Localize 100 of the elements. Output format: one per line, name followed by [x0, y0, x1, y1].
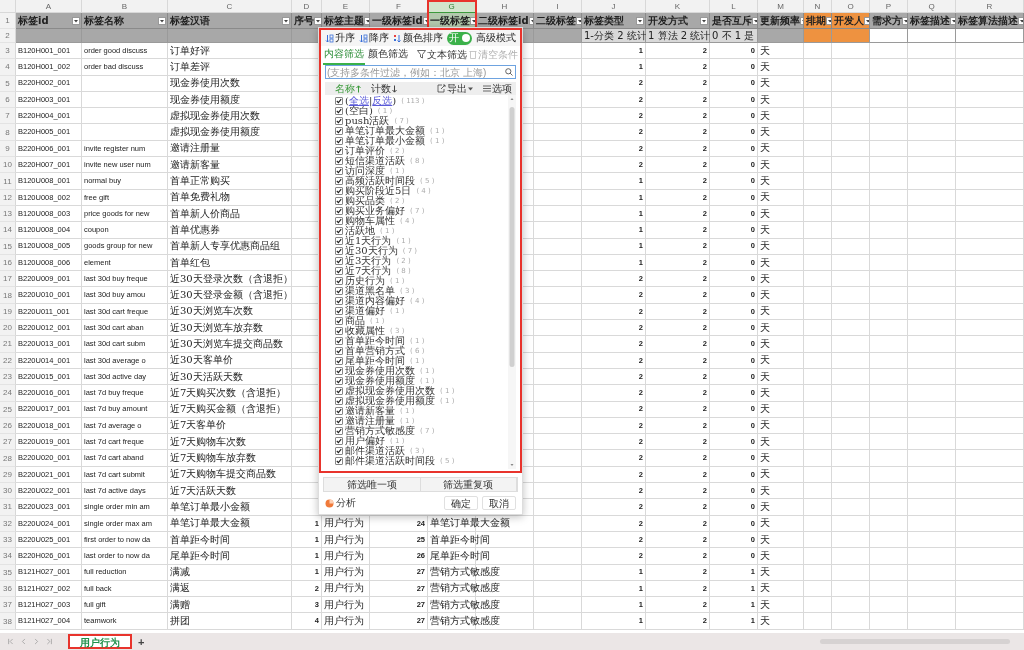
- row-number[interactable]: 1: [0, 13, 16, 29]
- filter-item-label[interactable]: 历史行为: [345, 276, 385, 286]
- checkbox[interactable]: [335, 447, 343, 455]
- filter-item-label[interactable]: 商品: [345, 316, 365, 326]
- checkbox[interactable]: [335, 457, 343, 465]
- filter-dropdown-icon[interactable]: [826, 16, 831, 25]
- checkbox[interactable]: [335, 417, 343, 425]
- filter-tab[interactable]: 颜色筛选: [367, 44, 409, 65]
- checkbox[interactable]: [335, 357, 343, 365]
- checkbox[interactable]: [335, 207, 343, 215]
- column-letter[interactable]: Q: [908, 0, 956, 13]
- row-number[interactable]: 31: [0, 499, 16, 516]
- column-letter[interactable]: I: [534, 0, 582, 13]
- filter-item-label[interactable]: 访问深度: [345, 166, 385, 176]
- analyze-button[interactable]: 分析: [325, 496, 356, 510]
- filter-mode-button[interactable]: 筛选重复项: [420, 478, 517, 491]
- text-filter-button[interactable]: 文本筛选: [417, 47, 467, 62]
- checkbox[interactable]: [335, 227, 343, 235]
- filter-item-label[interactable]: 尾单距今时间: [345, 356, 405, 366]
- row-number[interactable]: 8: [0, 124, 16, 141]
- filter-dropdown-icon[interactable]: [902, 16, 907, 25]
- sheet-tab[interactable]: 用户行为: [68, 634, 132, 649]
- column-letter[interactable]: A: [16, 0, 82, 13]
- sort-button[interactable]: 升序: [325, 31, 355, 45]
- filter-item-label[interactable]: 邮件渠道活跃时间段: [345, 456, 435, 466]
- checkbox[interactable]: [335, 177, 343, 185]
- checkbox[interactable]: [335, 387, 343, 395]
- checkbox[interactable]: [335, 317, 343, 325]
- filter-item-label[interactable]: 高频活跃时间段: [345, 176, 415, 186]
- filter-item-label[interactable]: 近7天行为: [345, 266, 392, 276]
- filter-item-label[interactable]: 渠道内容偏好: [345, 296, 405, 306]
- column-letter[interactable]: B: [82, 0, 168, 13]
- scrollbar[interactable]: [508, 95, 516, 469]
- checkbox[interactable]: [335, 167, 343, 175]
- checkbox[interactable]: [335, 237, 343, 245]
- checkbox[interactable]: [335, 377, 343, 385]
- filter-dropdown-icon[interactable]: [314, 16, 321, 25]
- row-number[interactable]: 2: [0, 29, 16, 43]
- filter-item-label[interactable]: 近30天行为: [345, 246, 398, 256]
- row-number[interactable]: 18: [0, 287, 16, 304]
- column-letter[interactable]: F: [370, 0, 428, 13]
- row-number[interactable]: 24: [0, 385, 16, 402]
- checkbox[interactable]: [335, 97, 343, 105]
- search-field[interactable]: (支持多条件过滤，例如：北京 上海): [325, 65, 516, 79]
- filter-item-label[interactable]: 收藏属性: [345, 326, 385, 336]
- checkbox[interactable]: [335, 117, 343, 125]
- checkbox[interactable]: [335, 267, 343, 275]
- filter-item-label[interactable]: 邀请注册量: [345, 416, 395, 426]
- filter-dropdown-icon[interactable]: [700, 16, 708, 25]
- cancel-button[interactable]: 取消: [482, 496, 516, 510]
- checkbox[interactable]: [335, 107, 343, 115]
- filter-item-label[interactable]: (空白): [345, 106, 373, 116]
- filter-mode-button[interactable]: 筛选唯一项: [324, 478, 421, 491]
- column-letter[interactable]: P: [870, 0, 908, 13]
- checkbox[interactable]: [335, 277, 343, 285]
- row-number[interactable]: 38: [0, 613, 16, 630]
- filter-item-label[interactable]: 首单营销方式: [345, 346, 405, 356]
- filter-item-label[interactable]: 邀请新客量: [345, 406, 395, 416]
- column-letter[interactable]: H: [476, 0, 534, 13]
- checkbox[interactable]: [335, 147, 343, 155]
- sort-button[interactable]: 降序: [359, 31, 389, 45]
- filter-item-label[interactable]: 首单距今时间: [345, 336, 405, 346]
- column-letter[interactable]: N: [804, 0, 832, 13]
- filter-item-label[interactable]: 短信渠道活跃: [345, 156, 405, 166]
- row-number[interactable]: 3: [0, 43, 16, 60]
- row-number[interactable]: 30: [0, 483, 16, 500]
- filter-item-label[interactable]: 邮件渠道活跃: [345, 446, 405, 456]
- filter-item-label[interactable]: 用户偏好: [345, 436, 385, 446]
- column-letter[interactable]: O: [832, 0, 870, 13]
- filter-item-label[interactable]: 营销方式敏感度: [345, 426, 415, 436]
- row-number[interactable]: 20: [0, 320, 16, 337]
- checkbox[interactable]: [335, 337, 343, 345]
- column-letter[interactable]: E: [322, 0, 370, 13]
- filter-item-label[interactable]: 购买阶段近5日: [345, 186, 412, 196]
- select-all-link[interactable]: 全选: [348, 95, 369, 106]
- checkbox[interactable]: [335, 127, 343, 135]
- add-sheet-button[interactable]: +: [136, 635, 147, 648]
- filter-item-label[interactable]: 活跃地: [345, 226, 375, 236]
- row-number[interactable]: 21: [0, 336, 16, 353]
- ok-button[interactable]: 确定: [444, 496, 478, 510]
- column-letter[interactable]: L: [710, 0, 758, 13]
- filter-item-label[interactable]: 虚拟现金券使用额度: [345, 396, 435, 406]
- sort-button[interactable]: 颜色排序: [393, 31, 443, 45]
- filter-item-label[interactable]: 购买业务偏好: [345, 206, 405, 216]
- checkbox[interactable]: [335, 427, 343, 435]
- checkbox[interactable]: [335, 137, 343, 145]
- export-button[interactable]: 导出: [437, 81, 473, 96]
- row-number[interactable]: 11: [0, 173, 16, 190]
- filter-item-label[interactable]: 订单评价: [345, 146, 385, 156]
- checkbox[interactable]: [335, 157, 343, 165]
- filter-item-label[interactable]: push活跃: [345, 116, 390, 126]
- checkbox[interactable]: [335, 187, 343, 195]
- checkbox[interactable]: [335, 347, 343, 355]
- checkbox[interactable]: [335, 367, 343, 375]
- checkbox[interactable]: [335, 397, 343, 405]
- column-letter[interactable]: J: [582, 0, 646, 13]
- filter-dropdown-icon[interactable]: [576, 16, 581, 25]
- name-sort-button[interactable]: 名称: [335, 81, 361, 96]
- invert-selection-link[interactable]: 反选: [372, 95, 393, 106]
- filter-item-label[interactable]: 购买品类: [345, 196, 385, 206]
